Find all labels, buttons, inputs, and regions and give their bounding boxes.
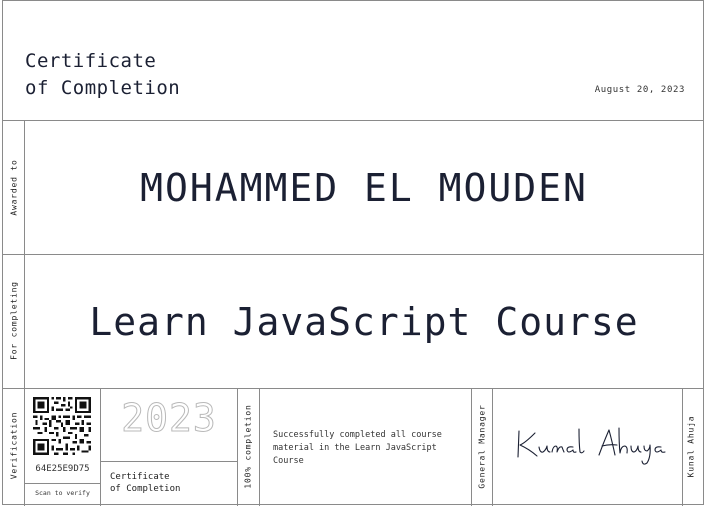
signer-name: Kunal Ahuja (686, 415, 696, 478)
divider (471, 388, 472, 506)
completion-label: 100% completion (243, 404, 253, 489)
awarded-to-label: Awarded to (9, 159, 19, 216)
scan-to-verify-text: Scan to verify (35, 489, 90, 497)
for-completing-label: For completing (9, 281, 19, 360)
mini-title-line-1: Certificate (110, 472, 170, 482)
course-name: Learn JavaScript Course (89, 300, 639, 344)
completion-description: Successfully completed all course materi… (273, 430, 442, 466)
qr-code-icon[interactable] (33, 397, 91, 455)
signature-image (517, 427, 666, 465)
title-line-1: Certificate (25, 50, 157, 72)
mini-title-line-2: of Completion (110, 484, 181, 494)
title-line-2: of Completion (25, 77, 181, 99)
verification-label: Verification (9, 411, 19, 480)
divider (100, 461, 237, 462)
signer-role-label: General Manager (477, 404, 487, 489)
year-outline: 2023 (121, 396, 217, 441)
divider (259, 388, 260, 506)
divider (24, 483, 101, 484)
issue-date: August 20, 2023 (594, 85, 685, 95)
divider (237, 388, 238, 506)
verification-code[interactable]: 64E25E9D75 (25, 464, 100, 474)
mini-certificate-title: Certificate of Completion (110, 471, 180, 495)
certificate: Certificate of Completion August 20, 202… (2, 0, 704, 506)
recipient-name: MOHAMMED EL MOUDEN (140, 166, 588, 210)
certificate-title: Certificate of Completion (25, 48, 180, 102)
divider (682, 388, 683, 506)
divider (492, 388, 493, 506)
